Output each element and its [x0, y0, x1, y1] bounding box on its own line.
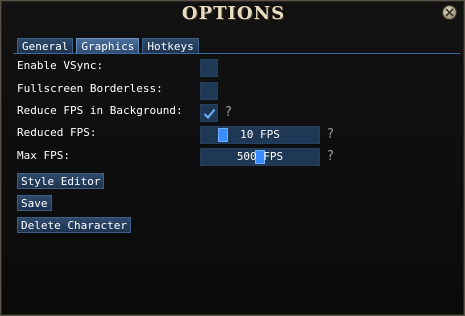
style-editor-button[interactable]: Style Editor [17, 173, 105, 189]
reduce-fps-label: Reduce FPS in Background: [17, 104, 183, 117]
reduced-fps-help-icon[interactable]: ? [327, 127, 334, 142]
tab-bar: General Graphics Hotkeys [17, 38, 202, 53]
borderless-checkbox[interactable] [200, 82, 218, 100]
delete-character-button[interactable]: Delete Character [17, 217, 131, 233]
tab-general[interactable]: General [17, 38, 74, 53]
save-button[interactable]: Save [17, 195, 52, 211]
vsync-checkbox[interactable] [200, 59, 218, 77]
tab-divider [13, 53, 460, 54]
vsync-label: Enable VSync: [17, 59, 104, 72]
reduced-fps-value: 10 FPS [240, 128, 280, 141]
reduced-fps-label: Reduced FPS: [17, 126, 97, 139]
reduce-fps-checkbox[interactable] [200, 104, 218, 122]
tab-graphics[interactable]: Graphics [76, 38, 140, 53]
borderless-label: Fullscreen Borderless: [17, 82, 163, 95]
close-icon[interactable] [442, 5, 457, 20]
reduced-fps-slider[interactable]: 10 FPS [200, 126, 320, 144]
options-window: OPTIONS General Graphics Hotkeys Enable … [0, 0, 465, 316]
max-fps-value: 500 FPS [236, 150, 284, 163]
max-fps-slider[interactable]: 500 FPS [200, 148, 320, 166]
window-title: OPTIONS [181, 3, 286, 24]
max-fps-help-icon[interactable]: ? [327, 149, 334, 164]
max-fps-label: Max FPS: [17, 149, 70, 162]
reduce-fps-help-icon[interactable]: ? [225, 105, 232, 120]
tab-hotkeys[interactable]: Hotkeys [142, 38, 199, 53]
checkmark-icon [203, 108, 216, 119]
